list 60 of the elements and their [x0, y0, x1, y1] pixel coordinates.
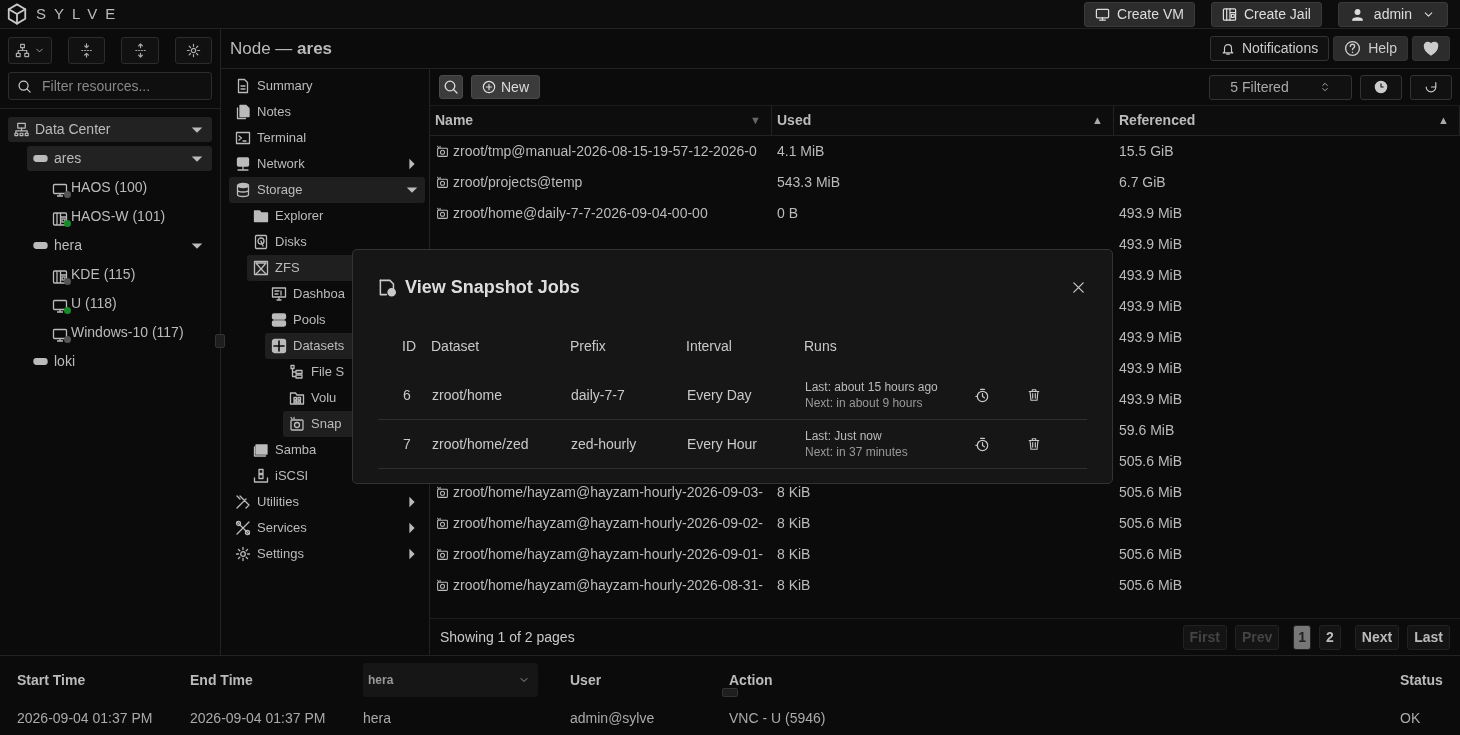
table-cell: 8 KiB [777, 577, 811, 593]
column-header: Dataset [431, 336, 481, 356]
table-cell-text: zed-hourly [571, 434, 638, 454]
table-cell-text: zroot/home/zed [432, 434, 530, 454]
table-cell-text: Every Day [687, 385, 753, 405]
table-cell-text: 2026-09-04 01:37 PM [190, 709, 327, 728]
table-cell-text: zroot/home/hayzam@hayzam-hourly-2026-08-31- [453, 576, 763, 595]
next-run-text: Next: in 37 minutes [805, 444, 909, 460]
table-cell-text: daily-7-7 [571, 385, 626, 405]
table-cell: 505.6 MiB [1119, 515, 1183, 531]
table-cell: 493.9 MiB [1119, 391, 1183, 407]
table-cell: 493.9 MiB [1119, 329, 1183, 345]
column-header: Start Time [17, 670, 87, 690]
table-cell-text: OK [1400, 709, 1422, 728]
column-header: Prefix [570, 336, 607, 356]
table-cell: 543.3 MiB [777, 174, 841, 190]
table-cell: 15.5 GiB [1119, 143, 1174, 159]
table-cell-text: VNC - U (5946) [729, 709, 827, 728]
table-cell-text: zroot/home/hayzam@hayzam-hourly-2026-09-01- [453, 545, 763, 564]
table-cell-text: zroot/home/hayzam@hayzam-hourly-2026-09-03- [453, 483, 763, 502]
table-cell-text: zroot/home [432, 385, 504, 405]
last-run-text: Last: about 15 hours ago [805, 379, 939, 395]
column-header: ID [402, 336, 417, 356]
table-cell-text: 2026-09-04 01:37 PM [17, 709, 154, 728]
table-cell: 59.6 MiB [1119, 422, 1175, 438]
brand-name: SYLVE [36, 3, 124, 24]
table-cell: 505.6 MiB [1119, 546, 1183, 562]
column-header: User [570, 670, 603, 690]
table-cell: 493.9 MiB [1119, 298, 1183, 314]
table-cell: 505.6 MiB [1119, 484, 1183, 500]
table-cell: 4.1 MiB [777, 143, 825, 159]
table-cell-text: admin@sylve [570, 709, 656, 728]
table-cell-text: zroot/projects@temp [453, 173, 583, 192]
table-cell: 505.6 MiB [1119, 453, 1183, 469]
table-cell: 0 B [777, 205, 798, 221]
table-cell-text: 7 [403, 434, 412, 454]
column-header: Interval [686, 336, 733, 356]
pagination-summary: Showing 1 of 2 pages [440, 627, 575, 647]
table-cell: 493.9 MiB [1119, 205, 1183, 221]
table-cell-text: Every Hour [687, 434, 759, 454]
table-cell: 505.6 MiB [1119, 577, 1183, 593]
next-run-text: Next: in about 9 hours [805, 395, 924, 411]
table-cell-text: zroot/home/hayzam@hayzam-hourly-2026-09-02- [453, 514, 763, 533]
table-cell: 493.9 MiB [1119, 267, 1183, 283]
column-header: Status [1400, 670, 1444, 690]
table-cell: 493.9 MiB [1119, 360, 1183, 376]
column-header: Runs [804, 336, 838, 356]
table-cell-text: hera [363, 709, 393, 728]
table-cell-text: zroot/tmp@manual-2026-08-15-19-57-12-2026-0 [453, 142, 757, 161]
table-cell: 6.7 GiB [1119, 174, 1166, 190]
table-cell: 8 KiB [777, 515, 811, 531]
table-cell-text: zroot/home@daily-7-7-2026-09-04-00-00 [453, 204, 708, 223]
table-cell-text: 6 [403, 385, 412, 405]
table-cell: 8 KiB [777, 546, 811, 562]
column-header: Action [729, 670, 774, 690]
table-cell: 493.9 MiB [1119, 236, 1183, 252]
page-title: Node — ares [230, 37, 333, 60]
column-header: End Time [190, 670, 254, 690]
table-cell: 8 KiB [777, 484, 811, 500]
last-run-text: Last: Just now [805, 428, 883, 444]
